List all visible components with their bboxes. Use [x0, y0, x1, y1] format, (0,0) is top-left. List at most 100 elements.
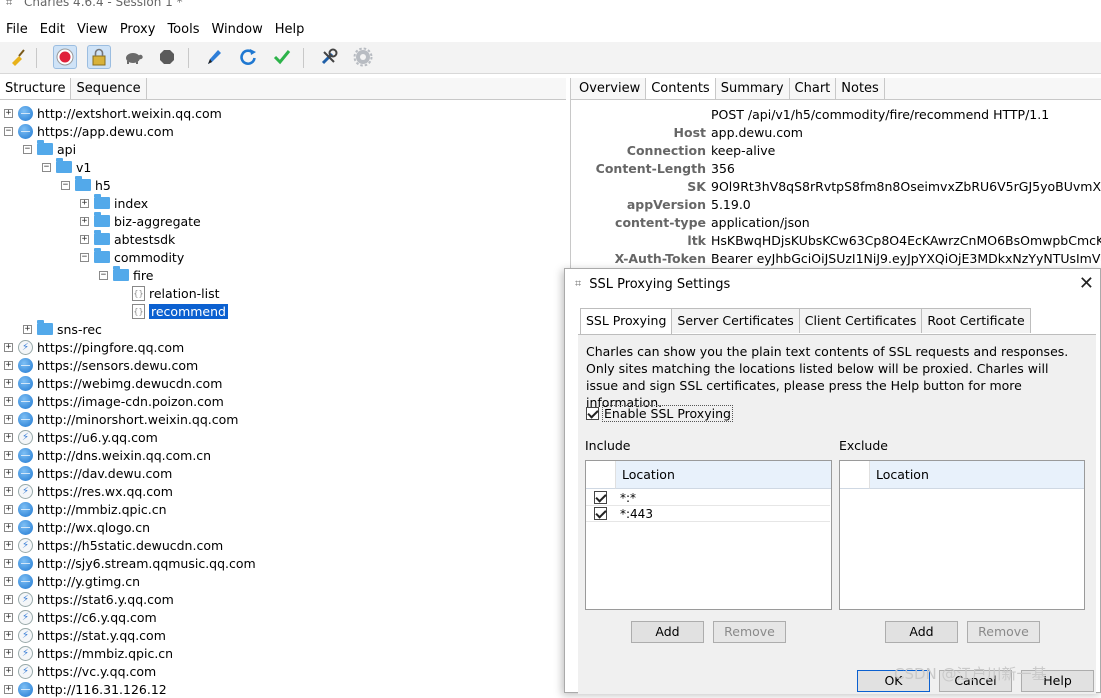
tree-row[interactable]: + ⚡ https://res.wx.qq.com — [4, 482, 173, 500]
menu-edit[interactable]: Edit — [34, 18, 71, 42]
header-row[interactable]: Content-Length 356 — [571, 161, 1101, 179]
menu-tools[interactable]: Tools — [161, 18, 205, 42]
tree-row[interactable]: + index — [80, 194, 148, 212]
tab-contents[interactable]: Contents — [646, 78, 716, 99]
tree-row[interactable]: − commodity — [80, 248, 184, 266]
header-row[interactable]: SK 9Ol9Rt3hV8qS8rRvtpS8fm8n8OseimvxZbRU6V… — [571, 179, 1101, 197]
exclude-location-header[interactable]: Location — [870, 461, 1084, 489]
expand-icon[interactable]: + — [4, 378, 13, 388]
include-location-header[interactable]: Location — [616, 461, 831, 489]
repeat-refresh-icon[interactable] — [236, 45, 260, 69]
header-row[interactable]: Host app.dewu.com — [571, 125, 1101, 143]
include-add-button[interactable]: Add — [631, 621, 704, 643]
broom-clear-icon[interactable] — [6, 45, 30, 69]
tab-client-certificates[interactable]: Client Certificates — [798, 308, 923, 333]
tab-chart[interactable]: Chart — [790, 78, 837, 99]
collapse-icon[interactable]: − — [80, 252, 89, 262]
expand-icon[interactable]: + — [4, 396, 13, 406]
ssl-lock-icon[interactable] — [87, 45, 111, 69]
settings-gear-icon[interactable] — [351, 45, 375, 69]
expand-icon[interactable]: + — [4, 468, 13, 478]
include-row-checkbox[interactable] — [594, 491, 607, 504]
tools-wrench-icon[interactable] — [317, 45, 341, 69]
enable-ssl-label[interactable]: Enable SSL Proxying — [602, 405, 733, 422]
menu-proxy[interactable]: Proxy — [114, 18, 162, 42]
expand-icon[interactable]: + — [4, 432, 13, 442]
tab-structure[interactable]: Structure — [0, 78, 72, 99]
tab-sequence[interactable]: Sequence — [71, 78, 147, 99]
tree-row[interactable]: + http://mmbiz.qpic.cn — [4, 500, 167, 518]
include-table[interactable]: Location *:* *:443 — [585, 460, 832, 610]
header-row[interactable]: content-type application/json — [571, 215, 1101, 233]
expand-icon[interactable]: + — [80, 216, 89, 226]
tree-row[interactable]: + ⚡ https://h5static.dewucdn.com — [4, 536, 223, 554]
header-row[interactable]: X-Auth-Token Bearer eyJhbGciOiJSUzI1NiJ9.… — [571, 251, 1101, 269]
tree-row[interactable]: + sns-rec — [23, 320, 102, 338]
tree-row[interactable]: − v1 — [42, 158, 91, 176]
exclude-add-button[interactable]: Add — [885, 621, 958, 643]
expand-icon[interactable]: + — [4, 450, 13, 460]
tab-ssl-proxying[interactable]: SSL Proxying — [580, 308, 673, 334]
expand-icon[interactable]: + — [4, 576, 13, 586]
header-row[interactable]: Connection keep-alive — [571, 143, 1101, 161]
compose-pen-icon[interactable] — [202, 45, 226, 69]
validate-check-icon[interactable] — [270, 45, 294, 69]
include-remove-button[interactable]: Remove — [713, 621, 786, 643]
collapse-icon[interactable]: − — [61, 180, 70, 190]
expand-icon[interactable]: + — [4, 342, 13, 352]
tab-root-certificate[interactable]: Root Certificate — [921, 308, 1031, 333]
tree-row[interactable]: + ⚡ https://vc.y.qq.com — [4, 662, 156, 680]
exclude-remove-button[interactable]: Remove — [967, 621, 1040, 643]
tree-row[interactable]: − https://app.dewu.com — [4, 122, 174, 140]
tree-row[interactable]: − api — [23, 140, 76, 158]
tree-row[interactable]: {} relation-list — [118, 284, 220, 302]
tree-row[interactable]: + https://image-cdn.poizon.com — [4, 392, 224, 410]
tree-row[interactable]: + ⚡ https://u6.y.qq.com — [4, 428, 158, 446]
tab-summary[interactable]: Summary — [716, 78, 790, 99]
tree-row[interactable]: − fire — [99, 266, 153, 284]
tree-row[interactable]: + abtestsdk — [80, 230, 175, 248]
tree-row[interactable]: + http://extshort.weixin.qq.com — [4, 104, 222, 122]
table-row[interactable]: *:443 — [586, 506, 830, 522]
tree-row[interactable]: + http://sjy6.stream.qqmusic.qq.com — [4, 554, 256, 572]
tree-row[interactable]: + ⚡ https://stat.y.qq.com — [4, 626, 166, 644]
expand-icon[interactable]: + — [80, 198, 89, 208]
throttle-turtle-icon[interactable] — [121, 45, 145, 69]
tree-row[interactable]: + http://minorshort.weixin.qq.com — [4, 410, 238, 428]
tree-row[interactable]: + ⚡ https://stat6.y.qq.com — [4, 590, 174, 608]
tree-row[interactable]: + https://webimg.dewucdn.com — [4, 374, 222, 392]
expand-icon[interactable]: + — [23, 324, 32, 334]
collapse-icon[interactable]: − — [4, 126, 13, 136]
expand-icon[interactable]: + — [4, 684, 13, 694]
tree-row[interactable]: + ⚡ https://pingfore.qq.com — [4, 338, 184, 356]
breakpoint-stop-icon[interactable] — [155, 45, 179, 69]
expand-icon[interactable]: + — [4, 540, 13, 550]
tree-row[interactable]: + https://sensors.dewu.com — [4, 356, 198, 374]
menu-window[interactable]: Window — [205, 18, 268, 42]
tree-row[interactable]: + http://y.gtimg.cn — [4, 572, 140, 590]
expand-icon[interactable]: + — [4, 648, 13, 658]
exclude-table[interactable]: Location — [839, 460, 1085, 610]
collapse-icon[interactable]: − — [99, 270, 108, 280]
tab-overview[interactable]: Overview — [574, 78, 647, 99]
tree-row[interactable]: + ⚡ https://c6.y.qq.com — [4, 608, 157, 626]
header-row[interactable]: appVersion 5.19.0 — [571, 197, 1101, 215]
tree-row[interactable]: + http://wx.qlogo.cn — [4, 518, 150, 536]
menu-help[interactable]: Help — [269, 18, 311, 42]
tab-notes[interactable]: Notes — [836, 78, 885, 99]
close-icon[interactable]: ✕ — [1079, 273, 1094, 294]
expand-icon[interactable]: + — [4, 594, 13, 604]
expand-icon[interactable]: + — [4, 522, 13, 532]
tree-row[interactable]: + http://dns.weixin.qq.com.cn — [4, 446, 211, 464]
record-icon[interactable] — [53, 45, 77, 69]
expand-icon[interactable]: + — [4, 666, 13, 676]
tree-row[interactable]: + ⚡ https://mmbiz.qpic.cn — [4, 644, 173, 662]
expand-icon[interactable]: + — [4, 414, 13, 424]
tree-row[interactable]: − h5 — [61, 176, 111, 194]
menu-view[interactable]: View — [71, 18, 114, 42]
collapse-icon[interactable]: − — [23, 144, 32, 154]
tree-row[interactable]: {} recommend — [118, 302, 228, 320]
expand-icon[interactable]: + — [80, 234, 89, 244]
enable-ssl-checkbox[interactable] — [586, 407, 599, 420]
include-row-checkbox[interactable] — [594, 507, 607, 520]
